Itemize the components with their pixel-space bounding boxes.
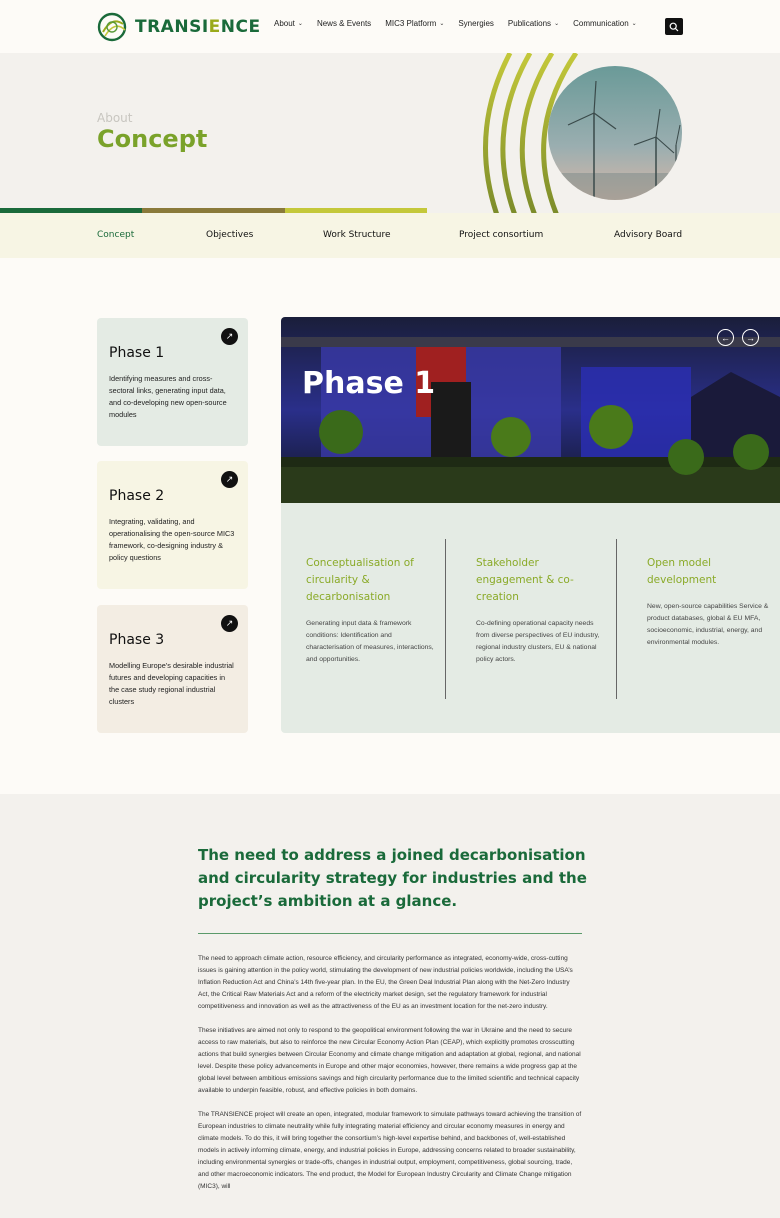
industrial-site-photo <box>281 317 780 503</box>
phase-card-1[interactable]: ↗ Phase 1 Identifying measures and cross… <box>97 318 248 446</box>
panel-column-heading: Stakeholder engagement & co-creation <box>476 557 574 603</box>
search-button[interactable] <box>665 18 683 35</box>
phase-card-text: Identifying measures and cross-sectoral … <box>109 374 227 419</box>
arrow-right-icon: → <box>746 332 755 343</box>
search-icon <box>669 22 679 31</box>
nav-item-news-events[interactable]: News & Events <box>317 19 371 28</box>
panel-column-2: Stakeholder engagement & co-creation Co-… <box>476 555 606 666</box>
ambition-section: The need to address a joined decarbonisa… <box>0 794 780 1218</box>
tab-concept[interactable]: Concept <box>97 230 134 240</box>
nav-label: About <box>274 19 295 28</box>
panel-column-heading: Open model development <box>647 557 717 586</box>
next-arrow-button[interactable]: → <box>742 329 759 346</box>
phase-detail-panel: Phase 1 ← → Conceptualisation of circula… <box>281 317 780 733</box>
site-logo[interactable]: TRANSIENCE <box>97 12 261 42</box>
body-paragraph: The need to approach climate action, res… <box>198 955 573 1010</box>
phase-panel-title: Phase 1 <box>302 366 436 401</box>
section-body: The need to approach climate action, res… <box>198 953 582 1205</box>
nav-label: Synergies <box>458 19 494 28</box>
arrow-up-right-icon[interactable]: ↗ <box>221 615 238 632</box>
section-heading: The need to address a joined decarbonisa… <box>198 846 587 910</box>
phase-card-text: Integrating, validating, and operational… <box>109 517 235 562</box>
previous-arrow-button[interactable]: ← <box>717 329 734 346</box>
body-paragraph: These initiatives are aimed not only to … <box>198 1027 581 1094</box>
column-divider <box>616 539 617 699</box>
nav-label: MIC3 Platform <box>385 19 437 28</box>
phase-card-2[interactable]: ↗ Phase 2 Integrating, validating, and o… <box>97 461 248 589</box>
nav-label: News & Events <box>316 19 372 28</box>
panel-column-text: Co-defining operational capacity needs f… <box>476 620 600 663</box>
phase-card-title: Phase 1 <box>109 345 165 361</box>
phase-card-title: Phase 3 <box>109 632 165 648</box>
panel-column-text: Generating input data & framework condit… <box>306 620 434 663</box>
nav-item-mic3-platform[interactable]: MIC3 Platform ⌄ <box>385 19 444 28</box>
subpage-tabs: Concept Objectives Work Structure Projec… <box>0 213 780 258</box>
chevron-down-icon: ⌄ <box>439 21 445 27</box>
hero-banner: About Concept <box>0 53 780 213</box>
column-divider <box>445 539 446 699</box>
chevron-down-icon: ⌄ <box>631 21 637 27</box>
arrow-left-icon: ← <box>721 332 730 343</box>
nav-item-publications[interactable]: Publications ⌄ <box>508 19 559 28</box>
chevron-down-icon: ⌄ <box>297 21 303 27</box>
logo-icon <box>97 12 127 42</box>
hero-wind-turbine-image <box>483 53 682 213</box>
arrow-up-right-icon[interactable]: ↗ <box>221 471 238 488</box>
page-title: Concept <box>97 125 208 153</box>
tab-advisory-board[interactable]: Advisory Board <box>614 230 682 240</box>
nav-item-communication[interactable]: Communication ⌄ <box>573 19 637 28</box>
tab-objectives[interactable]: Objectives <box>206 230 253 240</box>
panel-column-1: Conceptualisation of circularity & decar… <box>306 555 436 666</box>
panel-column-text: New, open-source capabilities Service & … <box>647 603 769 646</box>
hero-eyebrow: About <box>97 111 133 125</box>
nav-item-about[interactable]: About ⌄ <box>274 19 303 28</box>
nav-label: Communication <box>573 19 629 28</box>
site-header: TRANSIENCE About ⌄ News & Events MIC3 Pl… <box>0 0 780 53</box>
chevron-down-icon: ⌄ <box>554 21 560 27</box>
arrow-up-right-icon[interactable]: ↗ <box>221 328 238 345</box>
nav-label: Publications <box>507 19 552 28</box>
section-divider <box>198 933 582 934</box>
main-nav: About ⌄ News & Events MIC3 Platform ⌄ Sy… <box>274 19 637 28</box>
logo-wordmark: TRANSIENCE <box>135 17 261 37</box>
phase-card-title: Phase 2 <box>109 488 165 504</box>
nav-item-synergies[interactable]: Synergies <box>458 19 494 28</box>
phase-card-text: Modelling Europe’s desirable industrial … <box>109 661 234 706</box>
panel-column-3: Open model development New, open-source … <box>647 555 777 649</box>
tab-project-consortium[interactable]: Project consortium <box>459 230 543 240</box>
tab-work-structure[interactable]: Work Structure <box>323 230 391 240</box>
phase-panel-image: Phase 1 ← → <box>281 317 780 503</box>
panel-column-heading: Conceptualisation of circularity & decar… <box>306 557 414 603</box>
body-paragraph: The TRANSIENCE project will create an op… <box>198 1111 582 1190</box>
phase-card-3[interactable]: ↗ Phase 3 Modelling Europe’s desirable i… <box>97 605 248 733</box>
